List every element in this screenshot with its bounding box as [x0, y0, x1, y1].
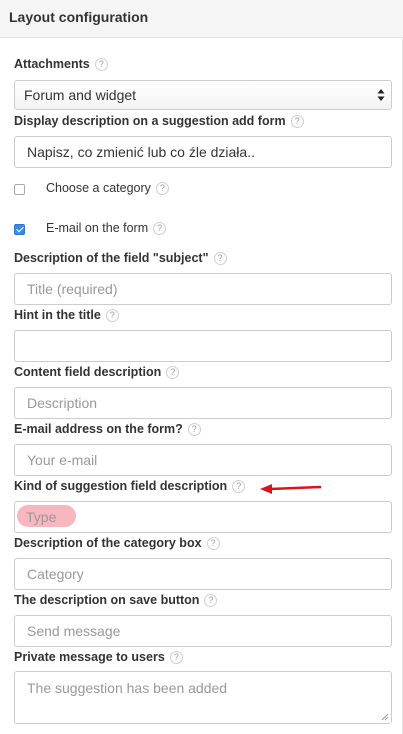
email-on-form-row: E-mail on the form ? — [14, 221, 167, 235]
choose-category-label-text: Choose a category — [46, 181, 151, 195]
display-description-label-text: Display description on a suggestion add … — [14, 114, 286, 128]
help-icon[interactable]: ? — [153, 221, 167, 235]
email-address-label-text: E-mail address on the form? — [14, 422, 183, 436]
category-box-input[interactable]: Category — [14, 558, 392, 590]
attachments-selected-value: Forum and widget — [24, 87, 137, 103]
email-on-form-checkbox[interactable] — [14, 224, 25, 235]
subject-description-label: Description of the field "subject" ? — [14, 251, 227, 265]
email-address-placeholder: Your e-mail — [27, 452, 98, 468]
save-button-description-label: The description on save button ? — [14, 593, 218, 607]
help-icon[interactable]: ? — [232, 479, 246, 493]
subject-description-placeholder: Title (required) — [27, 281, 118, 297]
annotation-arrow-icon — [260, 484, 322, 494]
help-icon[interactable]: ? — [155, 181, 169, 195]
subject-description-label-text: Description of the field "subject" — [14, 251, 209, 265]
kind-description-label: Kind of suggestion field description ? — [14, 479, 246, 493]
select-arrows-icon — [377, 89, 385, 101]
content-description-placeholder: Description — [27, 395, 98, 411]
help-icon[interactable]: ? — [290, 114, 304, 128]
choose-category-checkbox[interactable] — [14, 184, 25, 195]
email-on-form-label-text: E-mail on the form — [46, 221, 149, 235]
email-on-form-label: E-mail on the form ? — [46, 221, 167, 235]
attachments-select[interactable]: Forum and widget — [14, 80, 392, 110]
attachments-label: Attachments ? — [14, 57, 108, 71]
hint-title-label: Hint in the title ? — [14, 308, 119, 322]
content-description-input[interactable]: Description — [14, 387, 392, 419]
help-icon[interactable]: ? — [187, 422, 201, 436]
private-message-label-text: Private message to users — [14, 650, 165, 664]
display-description-input[interactable]: Napisz, co zmienić lub co źle działa.. — [14, 136, 392, 168]
panel-title: Layout configuration — [9, 9, 149, 25]
kind-description-label-text: Kind of suggestion field description — [14, 479, 228, 493]
subject-description-input[interactable]: Title (required) — [14, 273, 392, 305]
choose-category-row: Choose a category ? — [14, 181, 169, 195]
category-box-placeholder: Category — [27, 566, 84, 582]
help-icon[interactable]: ? — [204, 593, 218, 607]
help-icon[interactable]: ? — [206, 536, 220, 550]
private-message-textarea[interactable]: The suggestion has been added — [14, 671, 392, 724]
hint-title-input[interactable] — [14, 330, 392, 362]
help-icon[interactable]: ? — [94, 57, 108, 71]
display-description-value: Napisz, co zmienić lub co źle działa.. — [27, 144, 255, 160]
private-message-placeholder: The suggestion has been added — [27, 680, 228, 696]
panel-header: Layout configuration — [0, 0, 403, 38]
save-button-description-placeholder: Send message — [27, 623, 121, 639]
help-icon[interactable]: ? — [105, 308, 119, 322]
help-icon[interactable]: ? — [169, 650, 183, 664]
choose-category-label: Choose a category ? — [46, 181, 169, 195]
display-description-label: Display description on a suggestion add … — [14, 114, 304, 128]
save-button-description-input[interactable]: Send message — [14, 615, 392, 647]
content-description-label-text: Content field description — [14, 365, 162, 379]
save-button-description-label-text: The description on save button — [14, 593, 200, 607]
help-icon[interactable]: ? — [166, 365, 180, 379]
email-address-input[interactable]: Your e-mail — [14, 444, 392, 476]
content-description-label: Content field description ? — [14, 365, 180, 379]
category-box-label-text: Description of the category box — [14, 536, 202, 550]
category-box-label: Description of the category box ? — [14, 536, 220, 550]
resize-grip-icon[interactable] — [381, 713, 389, 721]
hint-title-label-text: Hint in the title — [14, 308, 101, 322]
email-address-label: E-mail address on the form? ? — [14, 422, 201, 436]
attachments-label-text: Attachments — [14, 57, 90, 71]
kind-description-placeholder: Type — [26, 509, 57, 525]
help-icon[interactable]: ? — [213, 251, 227, 265]
private-message-label: Private message to users ? — [14, 650, 183, 664]
